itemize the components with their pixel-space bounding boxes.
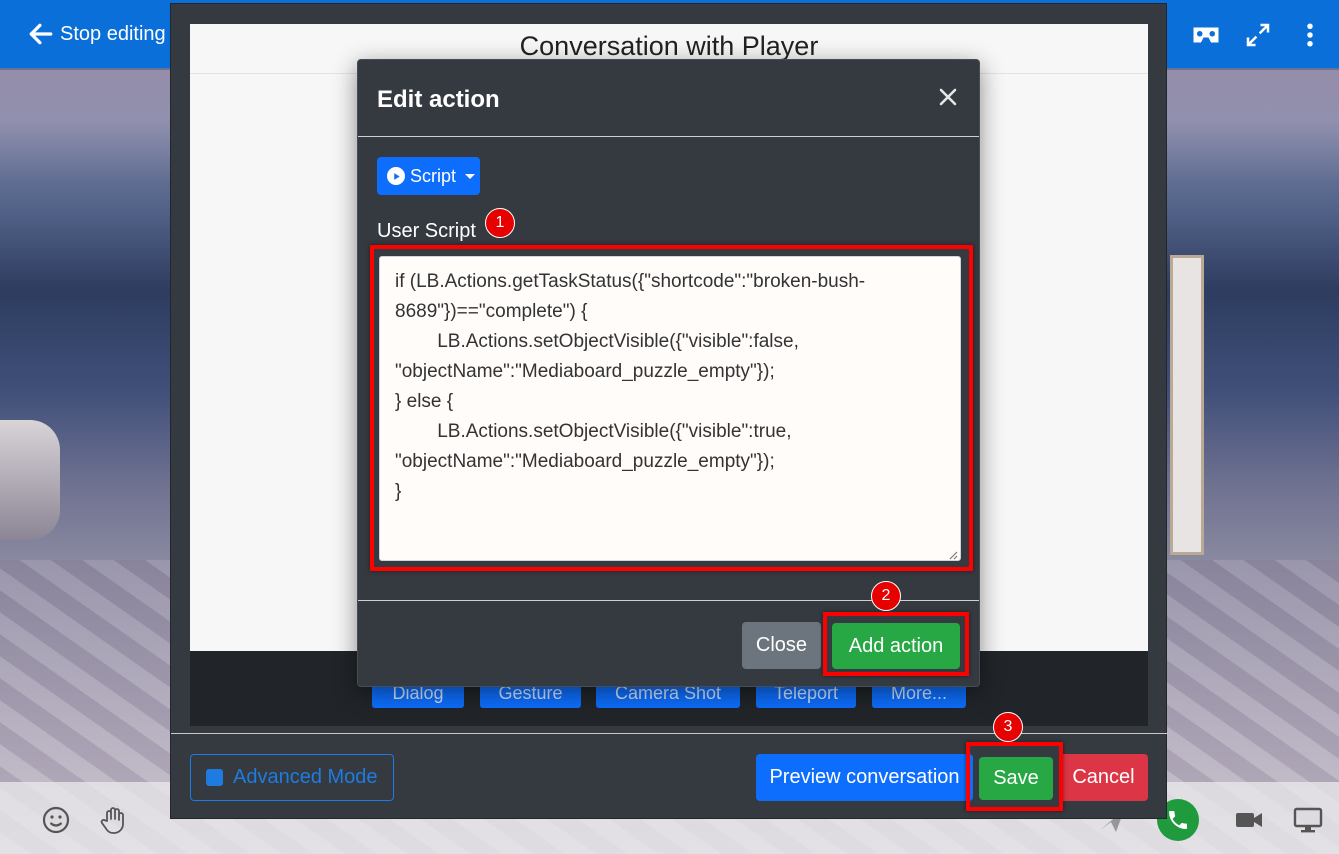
highlight-add-action	[823, 612, 969, 676]
step-badge-1: 1	[485, 208, 515, 238]
user-script-label: User Script	[377, 220, 476, 242]
highlight-save	[966, 742, 1063, 811]
conversation-title: Conversation with Player	[519, 31, 819, 61]
play-icon	[387, 167, 405, 185]
raise-hand-icon[interactable]	[98, 804, 130, 836]
action-type-label: Script	[410, 165, 457, 186]
highlight-script-box	[370, 245, 973, 571]
stop-editing-label: Stop editing	[60, 22, 166, 45]
chevron-down-icon	[465, 173, 476, 179]
close-button[interactable]: Close	[742, 622, 821, 669]
checkbox-icon	[206, 769, 223, 786]
step-badge-3: 3	[993, 712, 1023, 742]
cancel-button[interactable]: Cancel	[1059, 754, 1148, 801]
modal-header-divider	[358, 136, 979, 137]
step-badge-2: 2	[871, 581, 901, 611]
advanced-mode-toggle[interactable]: Advanced Mode	[190, 754, 394, 801]
stop-editing-button[interactable]: Stop editing	[28, 20, 166, 48]
pier-structure	[0, 420, 60, 540]
preview-conversation-button[interactable]: Preview conversation	[756, 754, 973, 801]
close-icon[interactable]	[937, 86, 959, 108]
more-vertical-icon[interactable]	[1295, 20, 1325, 50]
modal-title: Edit action	[377, 86, 500, 113]
screen-share-icon[interactable]	[1292, 804, 1324, 836]
phone-icon	[1169, 811, 1187, 829]
vr-headset-icon[interactable]	[1191, 20, 1221, 50]
emoji-icon[interactable]	[40, 804, 72, 836]
arrow-left-icon	[29, 23, 53, 45]
media-board	[1170, 255, 1204, 555]
fullscreen-icon[interactable]	[1243, 20, 1273, 50]
action-type-dropdown[interactable]: Script	[377, 157, 480, 195]
video-camera-icon[interactable]	[1233, 804, 1265, 836]
advanced-mode-label: Advanced Mode	[233, 766, 378, 788]
